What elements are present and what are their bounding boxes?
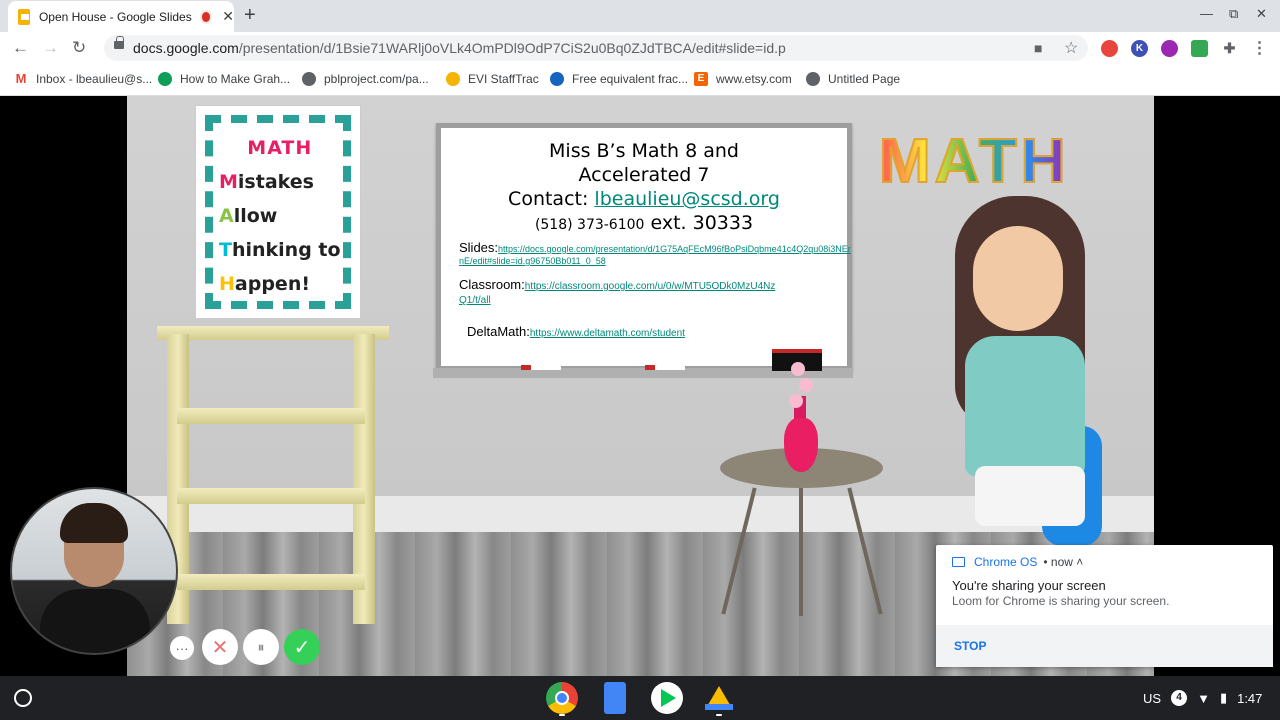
deltamath-link[interactable]: https://www.deltamath.com/student [530, 328, 685, 339]
bookmark-label: EVI StaffTrac [468, 72, 539, 86]
bookmark-graph[interactable]: How to Make Grah... [158, 72, 290, 86]
clock: 1:47 [1237, 690, 1263, 706]
reload-button[interactable]: ↻ [72, 38, 86, 58]
bookmarks-bar: M Inbox - lbeaulieu@s... How to Make Grah… [0, 64, 1280, 96]
restore-button[interactable]: ⧉ [1229, 6, 1238, 22]
screen-cast-icon [952, 557, 965, 567]
back-button[interactable]: ← [12, 38, 29, 58]
docs-icon[interactable] [604, 682, 626, 714]
whiteboard: Miss B’s Math 8 and Accelerated 7 Contac… [436, 123, 852, 371]
classroom-row: Classroom:https://classroom.google.com/u… [459, 277, 776, 306]
bookmark-label: Untitled Page [828, 72, 901, 86]
bookmark-etsy[interactable]: Ewww.etsy.com [694, 72, 792, 86]
extension-icon[interactable] [1101, 40, 1118, 57]
loom-more-button[interactable]: ··· [170, 636, 194, 660]
stop-sharing-button[interactable]: STOP [954, 639, 986, 653]
wifi-icon: ▼ [1197, 690, 1210, 706]
launcher-icon[interactable] [14, 689, 32, 707]
extension-icon[interactable]: K [1131, 40, 1148, 57]
chrome-icon[interactable] [546, 682, 578, 714]
extension-icon[interactable] [1161, 40, 1178, 57]
status-tray[interactable]: US 4 ▼ ▮ 1:47 [1143, 687, 1262, 709]
bookmark-star-icon[interactable]: ☆ [1064, 38, 1078, 58]
bookmark-label: How to Make Grah... [180, 72, 291, 86]
loom-pause-button[interactable]: ⏸ [243, 629, 279, 665]
menu-kebab-icon[interactable]: ⋮ [1251, 40, 1268, 57]
bookmark-fractions[interactable]: Free equivalent frac... [550, 72, 688, 86]
minimize-button[interactable]: — [1200, 6, 1213, 21]
bookmark-favicon-icon [446, 72, 460, 86]
bookmark-label: www.etsy.com [716, 72, 792, 86]
tab-strip: Open House - Google Slides ✕ + — ⧉ ✕ [0, 0, 1280, 32]
slides-row: Slides:https://docs.google.com/presentat… [459, 240, 851, 266]
bookmark-favicon-icon: E [694, 72, 708, 86]
bookshelf [157, 326, 389, 626]
battery-icon: ▮ [1219, 690, 1228, 705]
notification-body: Loom for Chrome is sharing your screen. [952, 594, 1170, 608]
bookmark-inbox[interactable]: M Inbox - lbeaulieu@s... [14, 71, 153, 87]
orchid-flower [791, 362, 805, 376]
tab-title: Open House - Google Slides [38, 9, 192, 24]
math-poster: MATH Mistakes Allow Thinking to Happen! [195, 105, 361, 319]
close-window-button[interactable]: ✕ [1256, 6, 1267, 22]
play-store-icon[interactable] [651, 682, 683, 714]
class-title-line1: Miss B’s Math 8 and [549, 140, 739, 162]
math-wall-letters: MATH [878, 126, 1070, 197]
screen-share-notification: Chrome OS • now ˄ You're sharing your sc… [936, 545, 1273, 667]
recording-icon [201, 11, 211, 22]
notification-count-badge: 4 [1171, 690, 1188, 706]
contact-email-link[interactable]: lbeaulieu@scsd.org [594, 188, 780, 210]
notification-title: You're sharing your screen [952, 578, 1106, 593]
class-title-line2: Accelerated 7 [578, 164, 710, 186]
bookmark-label: pblproject.com/pa... [324, 72, 429, 86]
marker [521, 365, 561, 370]
marker [645, 365, 685, 370]
address-bar[interactable]: docs.google.com/presentation/d/1Bsie71WA… [104, 35, 1088, 61]
bookmark-label: Inbox - lbeaulieu@s... [36, 72, 153, 86]
bookmark-pblproject[interactable]: pblproject.com/pa... [302, 72, 429, 86]
bookmark-favicon-icon [550, 72, 564, 86]
loom-finish-button[interactable]: ✓ [284, 629, 320, 665]
bookmark-favicon-icon [806, 72, 820, 86]
phone-line: (518) 373-6100 ext. 30333 [534, 212, 754, 234]
poster-heading: MATH [247, 137, 313, 159]
teacher-bitmoji [935, 196, 1115, 546]
lock-icon [114, 36, 124, 49]
flower-vase [784, 418, 818, 472]
extensions-puzzle-icon[interactable]: ✚ [1221, 40, 1238, 57]
new-tab-button[interactable]: + [244, 4, 256, 27]
bookmark-label: Free equivalent frac... [572, 72, 689, 86]
bookmark-stafftrac[interactable]: EVI StaffTrac [446, 72, 539, 86]
bookmark-favicon-icon: M [15, 71, 27, 86]
bookmark-untitled[interactable]: Untitled Page [806, 72, 900, 86]
camera-icon[interactable]: ■ [1034, 40, 1042, 56]
input-locale: US [1143, 690, 1162, 706]
slides-icon [18, 8, 30, 25]
slides-link[interactable]: https://docs.google.com/presentation/d/1… [459, 244, 851, 266]
tab-close-icon[interactable]: ✕ [222, 8, 234, 25]
contact-line: Contact: lbeaulieu@scsd.org [508, 188, 780, 210]
bookmark-favicon-icon [302, 72, 316, 86]
drive-icon[interactable] [703, 682, 735, 714]
bookmark-favicon-icon [158, 72, 172, 86]
deltamath-row: DeltaMath:https://www.deltamath.com/stud… [467, 324, 685, 339]
tab-open-house[interactable]: Open House - Google Slides ✕ [8, 1, 234, 32]
browser-toolbar: ← → ↻ docs.google.com/presentation/d/1Bs… [0, 32, 1280, 64]
url-text: docs.google.com/presentation/d/1Bsie71WA… [133, 40, 786, 56]
extension-icon[interactable] [1191, 40, 1208, 57]
forward-button[interactable]: → [42, 38, 59, 58]
loom-cancel-button[interactable]: ✕ [202, 629, 238, 665]
chromeos-shelf: US 4 ▼ ▮ 1:47 [0, 676, 1280, 720]
loom-webcam-bubble[interactable] [10, 487, 178, 655]
